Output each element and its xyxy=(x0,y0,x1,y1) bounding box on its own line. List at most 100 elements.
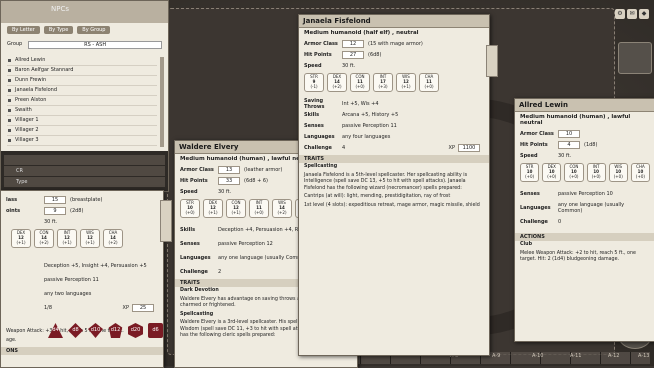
skills-value: Arcana +5, History +5 xyxy=(342,111,399,118)
ability-int[interactable]: INT 11 (+0) xyxy=(249,199,269,218)
xp-label: XP xyxy=(448,144,455,151)
filter-tabs: By Letter By Type By Group xyxy=(7,26,111,34)
npc-name[interactable]: Janaela Fisfelond xyxy=(299,15,489,28)
group-dropdown[interactable]: RS - ASH xyxy=(28,41,162,49)
d8-die[interactable]: d8 xyxy=(68,323,83,338)
hp-note: (2d8) xyxy=(70,207,84,214)
trait-text: 1st level (4 slots): expeditious retreat… xyxy=(304,202,480,208)
actions-header: ONS xyxy=(1,347,163,355)
list-item[interactable]: Villager 2 xyxy=(7,126,157,136)
ac-value[interactable]: 12 xyxy=(342,39,364,48)
list-scrollbar[interactable] xyxy=(160,57,164,147)
cr-field[interactable]: CR xyxy=(4,166,165,176)
ability-con[interactable]: CON 14 (+2) xyxy=(34,229,54,248)
tab-by-type[interactable]: By Type xyxy=(43,26,74,34)
list-item[interactable]: Swaith xyxy=(7,106,157,116)
list-item[interactable]: Allred Lewin xyxy=(7,56,157,66)
ability-wis[interactable]: WIS 12 (+1) xyxy=(80,229,100,248)
ability-con[interactable]: CON 12 (+1) xyxy=(226,199,246,218)
ability-str[interactable]: STR 9 (-1) xyxy=(304,73,324,92)
hp-note: (1d8) xyxy=(584,141,598,148)
npc-sheet-allred: Allred Lewin Medium humanoid (human) , l… xyxy=(514,98,654,342)
filter-fields: CR Type xyxy=(1,151,168,191)
filter-field[interactable] xyxy=(4,155,165,165)
ability-wis[interactable]: WIS 10 (+0) xyxy=(608,163,628,182)
ability-dex[interactable]: DEX 10 (+0) xyxy=(542,163,562,182)
dice-icon[interactable]: ◆ xyxy=(639,9,649,19)
list-item[interactable]: Dunn Frewin xyxy=(7,76,157,86)
window-title: NPCs xyxy=(51,5,69,13)
ability-dex[interactable]: DEX 12 (+1) xyxy=(203,199,223,218)
senses-value: passive Perception 11 xyxy=(342,122,397,129)
senses-label: Senses xyxy=(304,122,324,129)
traits-header: TRAITS xyxy=(299,155,489,163)
list-item[interactable]: Janaela Fisfelond xyxy=(7,86,157,96)
tab-by-letter[interactable]: By Letter xyxy=(7,26,40,34)
list-item[interactable]: Baron Aelfgar Stannard xyxy=(7,66,157,76)
trait-title: Spellcasting xyxy=(304,164,338,169)
window-header xyxy=(1,1,168,23)
ability-str[interactable]: STR 10 (+0) xyxy=(520,163,540,182)
d20-die[interactable]: d20 xyxy=(128,323,143,338)
list-item[interactable]: Preen Alston xyxy=(7,96,157,106)
xp-value[interactable]: 1100 xyxy=(458,143,480,152)
d6-die[interactable]: d6 xyxy=(148,323,163,338)
settings-icon[interactable]: ⚙ xyxy=(615,9,625,19)
library-button[interactable] xyxy=(618,42,652,74)
hp-value[interactable]: 27 xyxy=(342,50,364,59)
hp-value[interactable]: 33 xyxy=(218,176,240,185)
ability-int[interactable]: INT 12 (+1) xyxy=(57,229,77,248)
sidetab-main[interactable] xyxy=(160,200,172,242)
ability-int[interactable]: INT 17 (+3) xyxy=(373,73,393,92)
ability-dex[interactable]: DEX 14 (+2) xyxy=(327,73,347,92)
ac-value[interactable]: 13 xyxy=(218,165,240,174)
ability-cha[interactable]: CHA 10 (+0) xyxy=(630,163,651,182)
d12-die[interactable]: d12 xyxy=(108,323,123,338)
actions-header: ACTIONS xyxy=(515,233,654,241)
ac-note: (leather armor) xyxy=(244,166,283,173)
d10-die[interactable]: d10 xyxy=(88,323,103,338)
ability-wis[interactable]: WIS 12 (+1) xyxy=(396,73,416,92)
tab-by-group[interactable]: By Group xyxy=(77,26,111,34)
ability-con[interactable]: CON 10 (+0) xyxy=(564,163,584,182)
ability-str[interactable]: STR 10 (+0) xyxy=(180,199,200,218)
speed-value: 30 ft. xyxy=(218,188,232,195)
npc-list: Allred Lewin Baron Aelfgar Stannard Dunn… xyxy=(7,56,157,146)
senses-label: Senses xyxy=(180,240,200,247)
chat-icon[interactable]: ✉ xyxy=(627,9,637,19)
ability-wis[interactable]: WIS 14 (+2) xyxy=(272,199,292,218)
ac-value[interactable]: 15 xyxy=(44,195,66,204)
sidetab-main[interactable] xyxy=(486,45,498,77)
right-toolbar: ⚙ ✉ ◆ xyxy=(614,8,654,20)
hp-value[interactable]: 4 xyxy=(558,140,580,149)
saves-label: Saving Throws xyxy=(304,97,325,110)
ac-value[interactable]: 10 xyxy=(558,129,580,138)
grid-label: A-12 xyxy=(608,353,620,359)
ability-scores: STR 9 (-1) DEX 14 (+2) CON 11 (+0) INT 17 (+3) W… xyxy=(299,71,489,94)
ability-int[interactable]: INT 10 (+0) xyxy=(586,163,606,182)
ability-cha[interactable]: CHA14(+2) xyxy=(103,229,123,248)
grid-label: A-9 xyxy=(492,353,501,359)
speed-value: 30 ft. xyxy=(342,62,356,69)
hp-value[interactable]: 9 xyxy=(44,206,66,215)
list-item[interactable]: Villager 3 xyxy=(7,136,157,146)
ability-dex[interactable]: DEX 12 (+1) xyxy=(11,229,31,248)
type-field[interactable]: Type xyxy=(4,177,165,187)
speed-label: Speed xyxy=(520,152,538,159)
languages-label: Languages xyxy=(180,254,211,261)
trait-text: Cantrips (at will): light, mending, pres… xyxy=(304,194,451,199)
group-selector: Group RS - ASH xyxy=(7,41,162,49)
npc-name[interactable]: Allred Lewin xyxy=(515,99,654,112)
xp-value[interactable]: 25 xyxy=(132,303,154,312)
ac-label: Armor Class xyxy=(304,40,338,47)
trait-text: Janaela Fisfelond is a 5th-level spellca… xyxy=(304,172,468,191)
ability-con[interactable]: CON 11 (+0) xyxy=(350,73,370,92)
ability-cha[interactable]: CHA 11 (+0) xyxy=(419,73,439,92)
d4-die[interactable]: d4 xyxy=(48,323,63,338)
dice-tray: d4 d8 d10 d12 d20 d6 xyxy=(48,323,163,338)
hp-label: Hit Points xyxy=(180,177,208,184)
group-label: Group xyxy=(7,41,23,47)
senses-value: passive Perception 10 xyxy=(558,190,613,197)
list-item[interactable]: Villager 1 xyxy=(7,116,157,126)
ability-scores: STR 10 (+0) DEX 10 (+0) CON 10 (+0) INT 10 (+0) … xyxy=(515,161,654,184)
